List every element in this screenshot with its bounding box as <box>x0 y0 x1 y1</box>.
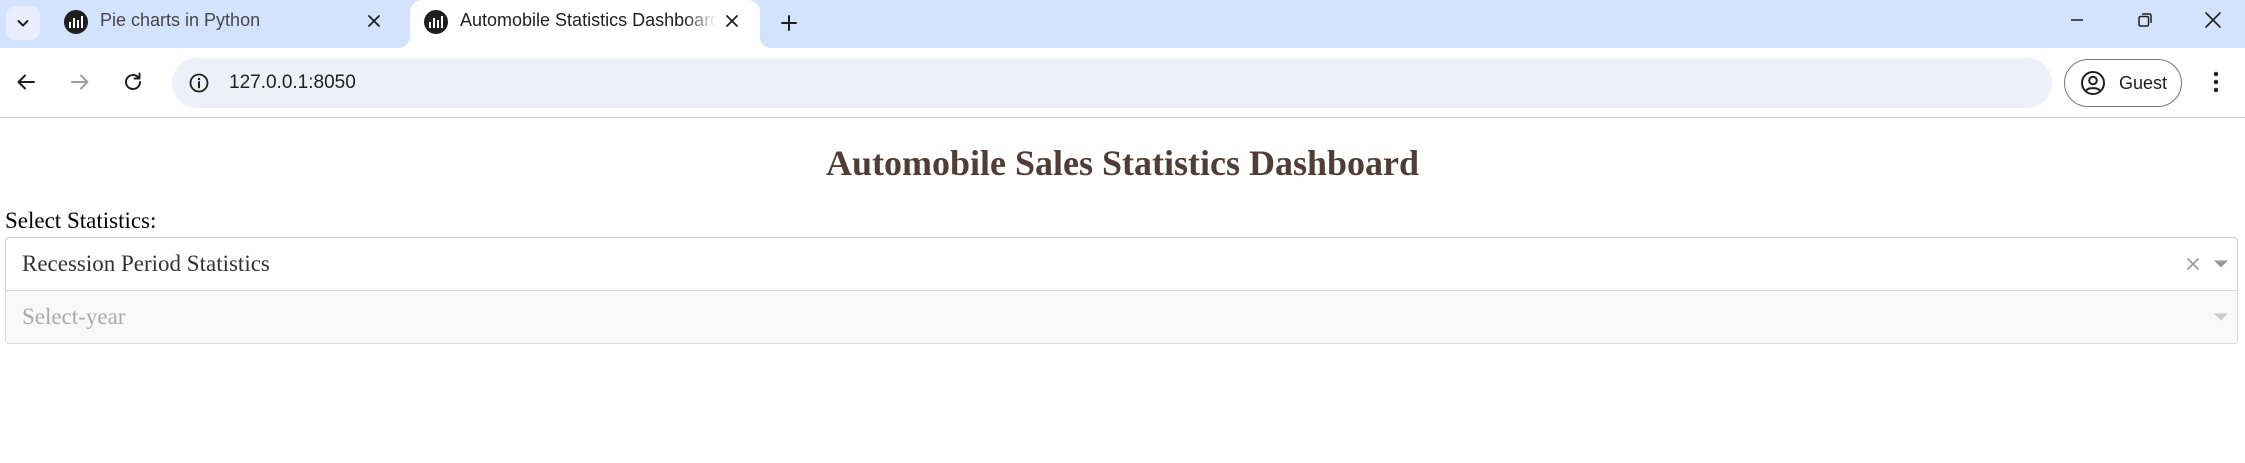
back-button[interactable] <box>7 63 45 101</box>
tab-automobile-dashboard[interactable]: Automobile Statistics Dashboard <box>398 0 772 48</box>
tab-close-button[interactable] <box>720 9 744 33</box>
tab-title: Automobile Statistics Dashboard <box>460 10 716 30</box>
chevron-down-icon <box>17 20 29 27</box>
dash-favicon-icon <box>424 10 448 34</box>
statistics-dropdown[interactable]: Recession Period Statistics <box>5 237 2238 291</box>
profile-button[interactable]: Guest <box>2064 59 2182 107</box>
dash-favicon-icon <box>64 10 88 34</box>
profile-label: Guest <box>2119 72 2168 93</box>
tab-search-button[interactable] <box>6 6 40 40</box>
plus-icon <box>781 15 797 31</box>
clear-selection-button[interactable] <box>2180 251 2206 277</box>
year-dropdown[interactable]: Select-year <box>5 290 2238 344</box>
close-icon <box>2205 12 2221 28</box>
reload-icon <box>125 72 141 90</box>
more-vertical-icon <box>2213 71 2219 93</box>
dropdown-arrow[interactable] <box>2208 304 2234 330</box>
arrow-right-icon <box>71 74 89 90</box>
dropdown-arrow[interactable] <box>2208 251 2234 277</box>
minimize-icon <box>2071 19 2083 21</box>
close-icon <box>368 15 380 27</box>
tab-title: Pie charts in Python <box>100 10 261 30</box>
tab-close-button[interactable] <box>362 9 386 33</box>
caret-down-icon <box>2214 313 2228 321</box>
page-title: Automobile Sales Statistics Dashboard <box>825 143 1420 183</box>
tab-strip: Pie charts in Python Automobile Statisti… <box>0 0 2245 48</box>
address-bar[interactable]: 127.0.0.1:8050 <box>172 58 2052 108</box>
forward-button[interactable] <box>61 63 99 101</box>
url-text[interactable]: 127.0.0.1:8050 <box>229 58 356 108</box>
arrow-left-icon <box>17 74 35 90</box>
close-icon <box>726 15 738 27</box>
browser-toolbar: 127.0.0.1:8050 Guest <box>0 48 2245 118</box>
account-circle-icon <box>2079 69 2107 97</box>
restore-button[interactable] <box>2112 0 2178 40</box>
caret-down-icon <box>2214 260 2228 268</box>
tab-pie-charts[interactable]: Pie charts in Python <box>50 0 404 48</box>
reload-button[interactable] <box>114 63 152 101</box>
new-tab-button[interactable] <box>772 6 806 40</box>
close-icon <box>2187 258 2199 270</box>
restore-icon <box>2138 13 2152 27</box>
year-dropdown-placeholder: Select-year <box>22 304 126 329</box>
info-icon <box>189 73 209 93</box>
site-info-button[interactable] <box>184 68 214 98</box>
statistics-dropdown-value: Recession Period Statistics <box>22 251 270 276</box>
minimize-button[interactable] <box>2044 0 2110 40</box>
close-window-button[interactable] <box>2180 0 2245 40</box>
select-statistics-label: Select Statistics: <box>5 208 157 233</box>
browser-menu-button[interactable] <box>2198 63 2234 101</box>
